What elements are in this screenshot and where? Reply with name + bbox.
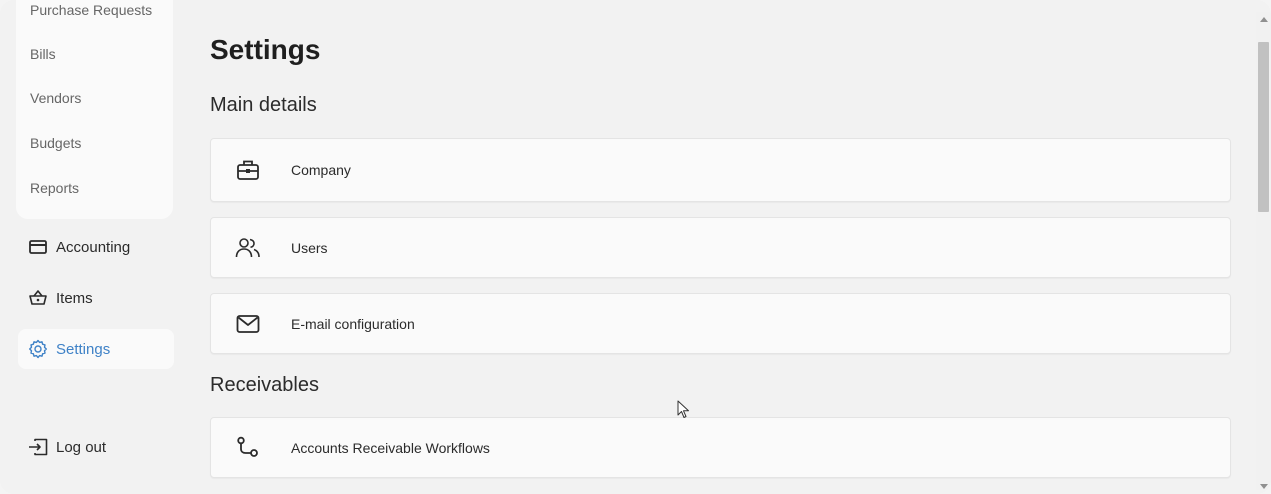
- sidebar-item-reports[interactable]: Reports: [30, 180, 79, 196]
- sidebar-item-vendors[interactable]: Vendors: [30, 90, 81, 106]
- briefcase-icon: [235, 157, 261, 183]
- gear-icon: [28, 339, 48, 359]
- settings-card-label: Company: [291, 162, 351, 178]
- settings-card-email-configuration[interactable]: E-mail configuration: [210, 293, 1231, 354]
- mouse-cursor-icon: [677, 400, 691, 425]
- scroll-down-arrow-icon[interactable]: [1260, 484, 1268, 489]
- sidebar-item-items[interactable]: Items: [18, 278, 174, 318]
- scroll-up-arrow-icon[interactable]: [1260, 17, 1268, 22]
- sidebar-item-budgets[interactable]: Budgets: [30, 135, 81, 151]
- logout-button[interactable]: Log out: [18, 427, 174, 467]
- sidebar-item-label: Accounting: [56, 238, 131, 256]
- settings-card-accounts-receivable-workflows[interactable]: Accounts Receivable Workflows: [210, 417, 1231, 478]
- sidebar-item-bills[interactable]: Bills: [30, 46, 56, 62]
- basket-icon: [28, 288, 48, 308]
- sidebar-item-purchase-requests[interactable]: Purchase Requests: [30, 2, 152, 18]
- section-title-receivables: Receivables: [210, 374, 319, 396]
- settings-card-company[interactable]: Company: [210, 138, 1231, 202]
- sidebar-item-accounting[interactable]: Accounting: [18, 227, 174, 267]
- logout-label: Log out: [56, 438, 107, 456]
- settings-card-label: Users: [291, 239, 328, 256]
- scrollbar[interactable]: [1256, 12, 1271, 490]
- workflow-icon: [235, 435, 261, 461]
- credit-card-icon: [28, 237, 48, 257]
- mail-icon: [235, 311, 261, 337]
- users-icon: [235, 235, 261, 261]
- scrollbar-thumb[interactable]: [1258, 42, 1269, 212]
- settings-card-users[interactable]: Users: [210, 217, 1231, 278]
- page-title: Settings: [210, 34, 321, 65]
- app-window: Purchase Requests Bills Vendors Budgets …: [0, 0, 1271, 494]
- sidebar-item-label: Settings: [56, 340, 111, 358]
- sidebar-item-label: Items: [56, 289, 93, 307]
- logout-icon: [28, 437, 48, 457]
- section-title-main-details: Main details: [210, 94, 317, 116]
- sidebar-item-settings[interactable]: Settings: [18, 329, 174, 369]
- settings-card-label: E-mail configuration: [291, 315, 415, 332]
- settings-card-label: Accounts Receivable Workflows: [291, 439, 490, 456]
